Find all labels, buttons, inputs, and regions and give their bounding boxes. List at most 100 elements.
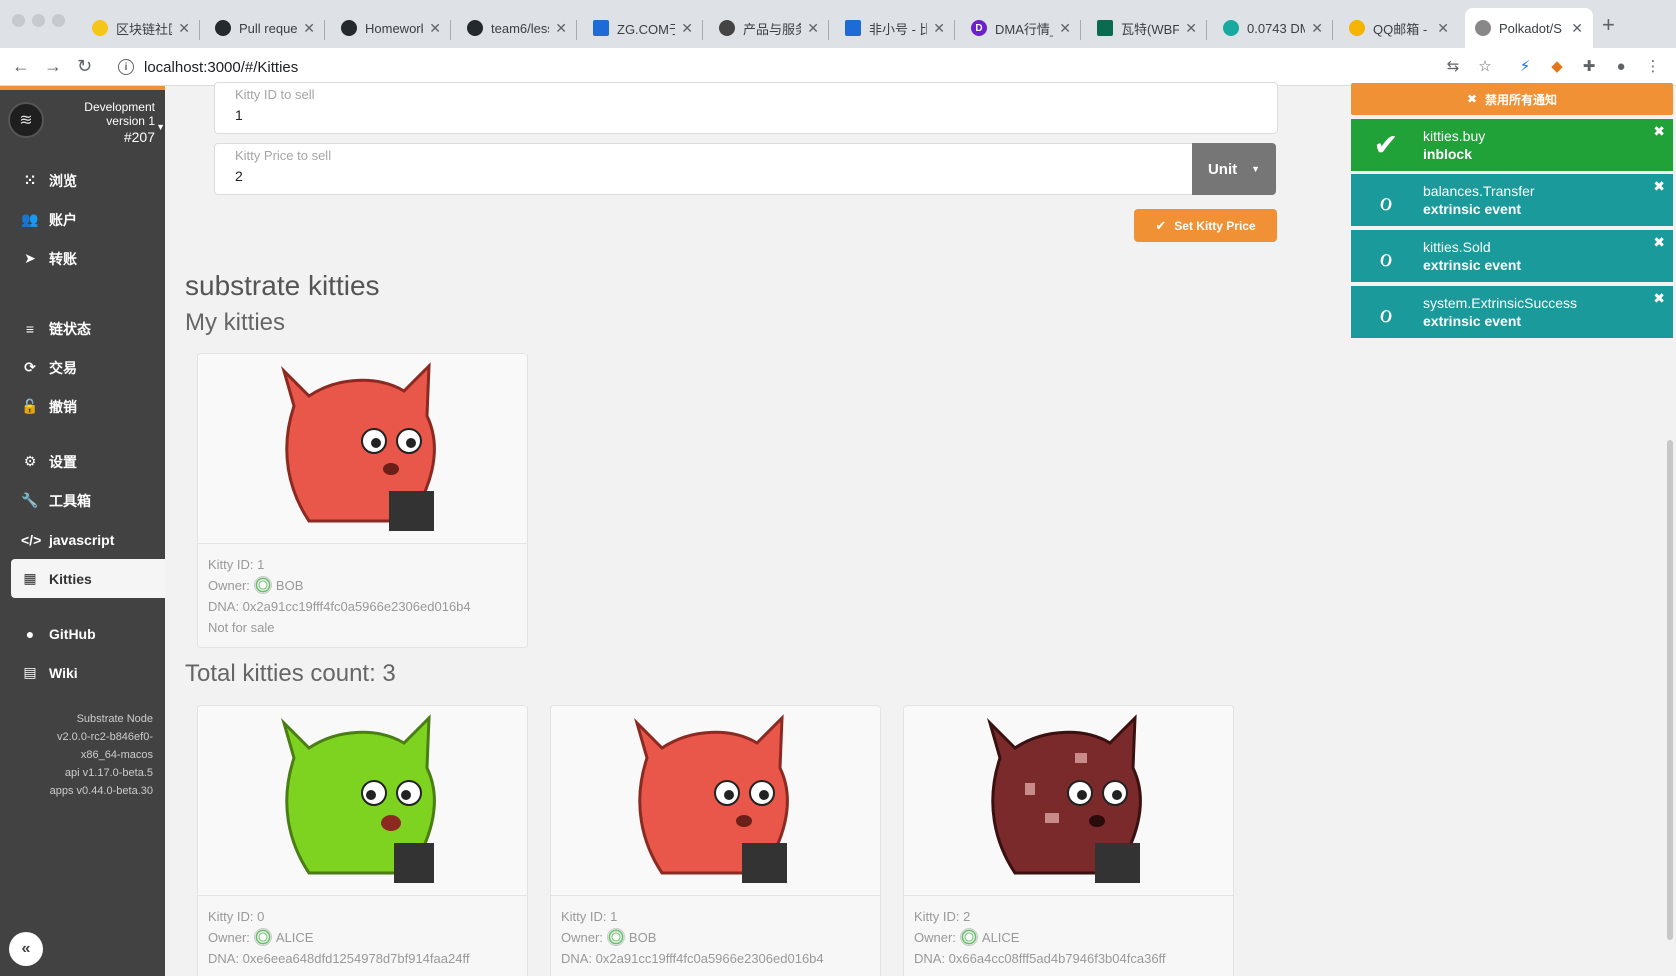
substrate-logo-icon: ≋ [8,102,44,138]
gears-icon: ⚙ [23,453,37,469]
browser-tab[interactable]: ZG.COM于✕ [583,8,703,48]
menu-icon[interactable]: ⋮ [1644,58,1662,76]
kitty-price-field[interactable]: Kitty Price to sell 2 [214,143,1194,195]
info-icon[interactable]: i [118,59,134,75]
back-icon[interactable]: ← [12,56,30,77]
extensions-icon[interactable]: ✚ [1580,58,1598,76]
kitty-id-text: Kitty ID: 0 [208,909,265,924]
sidebar-item-wiki[interactable]: ▤ Wiki [11,653,165,692]
browser-tab[interactable]: D DMA行情_ ✕ [961,8,1081,48]
kitty-image [551,706,880,896]
sidebar-item-extrinsics[interactable]: ⟳ 交易 [11,348,165,387]
close-icon[interactable]: ✕ [807,20,819,37]
sidebar-item-accounts[interactable]: 👥 账户 [11,200,165,239]
notification-balances-transfer[interactable]: ℴ balances.Transfer extrinsic event ✖ [1351,174,1673,226]
sidebar-item-settings[interactable]: ⚙ 设置 [11,442,165,481]
kitty-card[interactable]: Kitty ID: 0 Owner: ALICE DNA: 0xe6eea648d… [197,705,528,976]
close-icon[interactable]: ✖ [1653,178,1665,195]
sidebar-item-explorer[interactable]: ⁙ 浏览 [11,161,165,200]
close-icon[interactable]: ✖ [1653,290,1665,307]
notification-kitties-buy[interactable]: ✔ kitties.buy inblock ✖ [1351,119,1673,171]
kitty-price-input[interactable]: 2 [235,168,243,184]
sidebar-item-javascript[interactable]: </> javascript [11,520,165,559]
close-icon[interactable]: ✕ [681,20,693,37]
close-icon[interactable]: ✕ [1185,20,1197,37]
kitty-id-field[interactable]: Kitty ID to sell 1 [214,82,1278,134]
notification-kitties-sold[interactable]: ℴ kitties.Sold extrinsic event ✖ [1351,230,1673,282]
forward-icon[interactable]: → [44,56,62,77]
kitty-cat-icon [280,714,436,883]
notification-extrinsic-success[interactable]: ℴ system.ExtrinsicSuccess extrinsic even… [1351,286,1673,338]
set-kitty-price-button[interactable]: ✔ Set Kitty Price [1134,209,1277,242]
sidebar: ≋ Development version 1 #207 ▼ ⁙ 浏览 👥 账户 ➤… [0,86,165,976]
page-title: substrate kitties [185,270,380,301]
kitty-id-input[interactable]: 1 [235,107,243,123]
browser-tab-active[interactable]: Polkadot/S ✕ [1465,8,1593,48]
sidebar-item-github[interactable]: ● GitHub [11,614,165,653]
profile-icon[interactable]: ● [1612,58,1630,76]
browser-tab[interactable]: 产品与服务✕ [709,8,829,48]
unit-dropdown[interactable]: Unit ▼ [1192,143,1276,195]
window-close-button[interactable] [12,14,25,27]
total-kitties-heading: Total kitties count: 3 [185,660,396,687]
kitty-image [198,354,527,544]
browser-tab[interactable]: 0.0743 DM ✕ [1213,8,1333,48]
sidebar-item-toolbox[interactable]: 🔧 工具箱 [11,481,165,520]
close-icon[interactable]: ✖ [1653,123,1665,140]
tab-favicon-icon [1097,20,1113,36]
sidebar-item-kitties[interactable]: ▦ Kitties [11,559,165,598]
double-chevron-left-icon: « [21,940,31,957]
kitty-card[interactable]: Kitty ID: 2 Owner: ALICE DNA: 0x66a4cc08f… [903,705,1234,976]
database-icon: ≡ [25,320,35,337]
window-minimize-button[interactable] [32,14,45,27]
reload-icon[interactable]: ↻ [77,56,92,77]
close-icon[interactable]: ✕ [1437,20,1449,37]
browser-tab-bar: 区块链社区✕ Pull reques✕ Homework✕ team6/less… [0,0,1676,48]
translate-icon[interactable]: ⇆ [1444,58,1462,76]
scrollbar[interactable] [1667,440,1673,940]
sidebar-item-transfer[interactable]: ➤ 转账 [11,239,165,278]
wrench-icon: 🔧 [21,492,39,508]
browser-tab[interactable]: 非小号 - 比 ✕ [835,8,955,48]
disable-all-notifications-button[interactable]: ✖ 禁用所有通知 [1351,83,1673,115]
browser-tab[interactable]: team6/less ✕ [457,8,577,48]
sidebar-item-sudo[interactable]: 🔓 撤销 [11,387,165,426]
close-icon[interactable]: ✖ [1653,234,1665,251]
close-icon[interactable]: ✕ [178,20,190,37]
browser-tab[interactable]: 区块链社区✕ [82,8,200,48]
new-tab-button[interactable]: + [1602,12,1615,38]
kitty-id-text: Kitty ID: 2 [914,909,971,924]
close-icon[interactable]: ✕ [1311,20,1323,37]
browser-tab[interactable]: Homework ✕ [331,8,451,48]
browser-tab[interactable]: QQ邮箱 - ✕ [1339,8,1459,48]
window-zoom-button[interactable] [52,14,65,27]
polkadot-icon [1475,20,1491,36]
my-kitty-card[interactable]: Kitty ID: 1 Owner: BOB DNA: 0x2a91cc19fff… [197,353,528,648]
address-bar[interactable]: i localhost:3000/#/Kitties [110,53,1410,81]
identicon-icon [253,928,272,946]
close-icon[interactable]: ✕ [429,20,441,37]
kitty-sale-status: Not for sale [208,620,275,635]
close-icon[interactable]: ✕ [1571,20,1583,37]
tab-favicon-icon [845,20,861,36]
browser-tab[interactable]: 瓦特(WBF) ✕ [1087,8,1207,48]
kitty-card[interactable]: Kitty ID: 1 Owner: BOB DNA: 0x2a91cc19fff… [550,705,881,976]
star-icon[interactable]: ☆ [1476,58,1494,76]
chain-version: version 1 [106,114,155,128]
close-icon[interactable]: ✕ [303,20,315,37]
book-icon: ▤ [23,664,37,680]
metamask-icon[interactable]: ◆ [1548,58,1566,76]
chevron-down-icon: ▼ [156,122,165,132]
close-icon[interactable]: ✕ [1059,20,1071,37]
close-icon[interactable]: ✕ [933,20,945,37]
browser-tab[interactable]: Pull reques✕ [205,8,325,48]
collapse-sidebar-button[interactable]: « [9,932,43,966]
system-info: Substrate Node v2.0.0-rc2-b846ef0- x86_6… [49,713,153,797]
sidebar-item-chainstate[interactable]: ≡ 链状态 [11,309,165,348]
kitty-meta: Kitty ID: 0 Owner: ALICE DNA: 0xe6eea648d… [208,906,469,969]
chain-name: Development [84,100,155,114]
chain-selector[interactable]: Development version 1 #207 ▼ [84,100,165,146]
kitty-meta: Kitty ID: 1 Owner: BOB DNA: 0x2a91cc19fff… [561,906,824,969]
close-icon[interactable]: ✕ [555,20,567,37]
lightning-icon[interactable]: ⚡ [1516,58,1534,76]
